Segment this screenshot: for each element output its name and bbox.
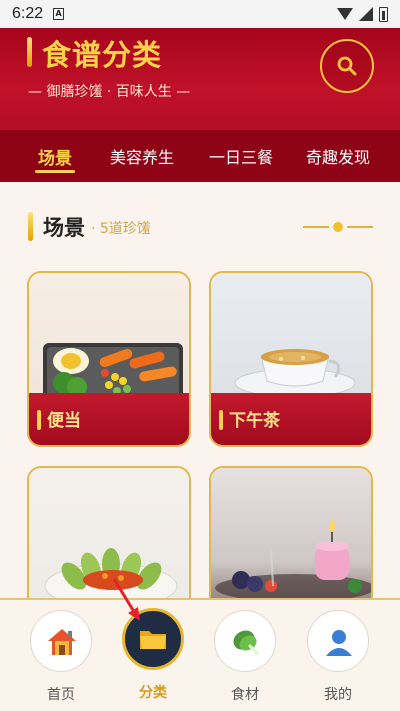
card-label-accent	[219, 410, 223, 430]
status-bar: 6:22 A	[0, 0, 400, 28]
nav-home-circle	[30, 610, 92, 672]
recipe-card-bento[interactable]: 便当	[27, 271, 191, 447]
decor-line-right	[347, 226, 373, 228]
search-icon	[337, 56, 357, 76]
recipe-card-afternoon-tea[interactable]: 下午茶	[209, 271, 373, 447]
section-title: 场景	[43, 216, 85, 240]
nav-home[interactable]: 首页	[29, 610, 93, 704]
section-count: · 5道珍馐	[91, 221, 151, 237]
decor-line-left	[303, 226, 329, 228]
nav-category-label: 分类	[139, 685, 167, 701]
nav-ingredients[interactable]: 食材	[213, 610, 277, 704]
status-time: 6:22	[12, 5, 44, 22]
tab-beauty-health[interactable]: 美容养生	[110, 144, 174, 168]
sim-icon: A	[53, 8, 65, 20]
nav-profile-circle	[307, 610, 369, 672]
tab-scene[interactable]: 场景	[38, 144, 72, 169]
wifi-icon	[337, 8, 353, 20]
status-icons	[337, 6, 388, 22]
decor-dot	[333, 222, 343, 232]
active-tab-indicator	[35, 170, 75, 173]
vegetable-icon	[233, 630, 260, 656]
bottom-navigation: 首页 分类 食材 我的	[0, 598, 400, 711]
page-title: 食谱分类	[42, 38, 163, 72]
folder-icon	[140, 631, 166, 649]
battery-icon	[379, 6, 388, 22]
user-icon	[326, 630, 352, 656]
nav-home-label: 首页	[47, 687, 75, 703]
card-label: 下午茶	[229, 411, 280, 431]
house-icon	[48, 629, 76, 655]
tab-three-meals[interactable]: 一日三餐	[209, 144, 273, 168]
nav-profile[interactable]: 我的	[306, 610, 370, 704]
nav-ingredients-label: 食材	[231, 687, 259, 703]
category-tabs: 场景 美容养生 一日三餐 奇趣发现	[0, 130, 400, 182]
pointer-arrow-icon	[112, 578, 140, 621]
header: 食谱分类 — 御膳珍馐 · 百味人生 —	[0, 28, 400, 130]
title-accent-bar	[27, 37, 32, 67]
nav-ingredients-circle	[214, 610, 276, 672]
nav-profile-label: 我的	[324, 687, 352, 703]
page-subtitle: — 御膳珍馐 · 百味人生 —	[28, 84, 191, 100]
card-label: 便当	[47, 411, 81, 431]
tab-discovery[interactable]: 奇趣发现	[306, 144, 370, 168]
section-accent-bar	[28, 212, 33, 241]
card-label-accent	[37, 410, 41, 430]
cell-signal-icon	[359, 7, 373, 21]
search-button[interactable]	[320, 39, 374, 93]
